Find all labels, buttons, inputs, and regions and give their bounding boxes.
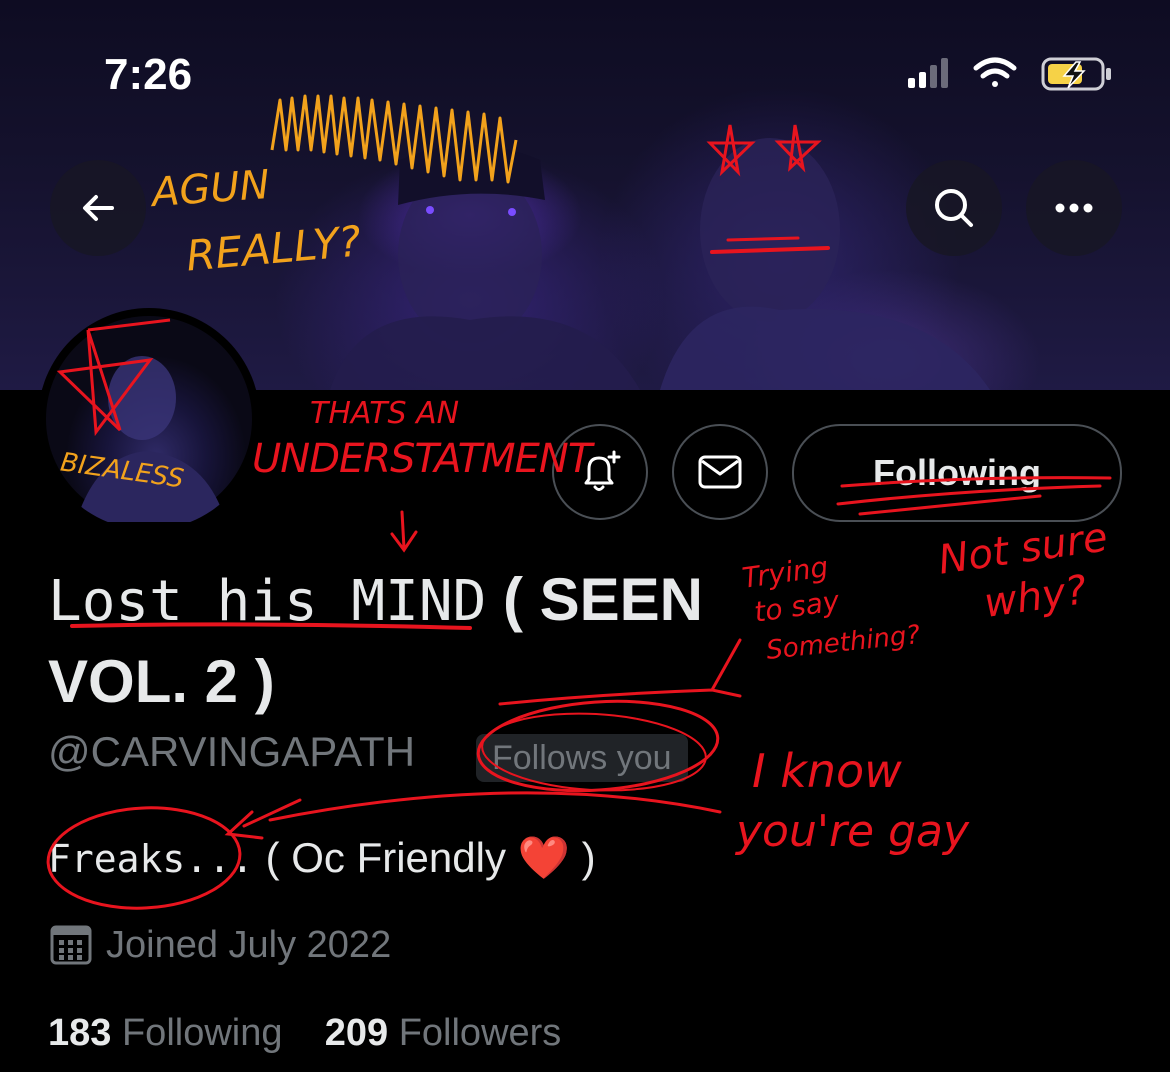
- wifi-icon: [973, 57, 1017, 87]
- annotation-i-know-1: I know: [752, 744, 902, 798]
- signal-icon: [908, 58, 948, 88]
- battery-charging-icon: [1041, 57, 1111, 91]
- followers-count: 209: [324, 1012, 389, 1054]
- annotation-i-know-2: you're gay: [736, 806, 970, 857]
- handle: @CARVINGAPATH: [48, 728, 416, 775]
- followers-stat-label: Followers: [398, 1012, 562, 1054]
- status-time: 7:26: [104, 50, 193, 99]
- following-stat-label: Following: [121, 1012, 283, 1054]
- annotation-not-sure-2: why?: [981, 567, 1090, 627]
- arrow-left-icon: [83, 195, 114, 221]
- follows-you-badge: Follows you: [476, 734, 688, 782]
- search-icon: [935, 189, 973, 227]
- avatar[interactable]: [38, 308, 260, 530]
- search-button[interactable]: [906, 160, 1002, 256]
- display-name: Lost his MIND ( SEEN VOL. 2 ): [48, 560, 748, 722]
- annotation-understatment: UNDERSTATMENT: [252, 436, 592, 482]
- following-button[interactable]: Following: [792, 424, 1122, 522]
- status-icons: [900, 52, 1130, 98]
- avatar-image: [46, 316, 252, 522]
- more-button[interactable]: [1026, 160, 1122, 256]
- arrow-to-freaks: [224, 791, 722, 840]
- following-stat[interactable]: 183 Following: [48, 1012, 283, 1054]
- bio-part2: ( Oc Friendly ❤️ ): [253, 834, 596, 881]
- followers-stat[interactable]: 209 Followers: [325, 1012, 562, 1054]
- joined-text: Joined July 2022: [106, 923, 392, 966]
- following-count: 183: [48, 1012, 112, 1054]
- annotation-thats-an: THATS AN: [310, 396, 460, 431]
- back-button[interactable]: [50, 160, 146, 256]
- ellipsis-icon: [1055, 203, 1093, 213]
- bio-part1: Freaks...: [48, 837, 254, 881]
- bio: Freaks... ( Oc Friendly ❤️ ): [48, 834, 596, 883]
- message-button[interactable]: [672, 424, 768, 520]
- annotation-again-line1: AGUN: [150, 161, 272, 217]
- display-name-part1: Lost his MIND: [48, 569, 487, 634]
- calendar-icon: [50, 925, 92, 965]
- follow-stats: 183 Following 209 Followers: [48, 1012, 561, 1055]
- envelope-icon: [698, 455, 742, 489]
- joined-date: Joined July 2022: [48, 922, 391, 968]
- signal-wifi-battery-icons: [908, 57, 1111, 91]
- annotation-trying-3: Something?: [764, 620, 922, 666]
